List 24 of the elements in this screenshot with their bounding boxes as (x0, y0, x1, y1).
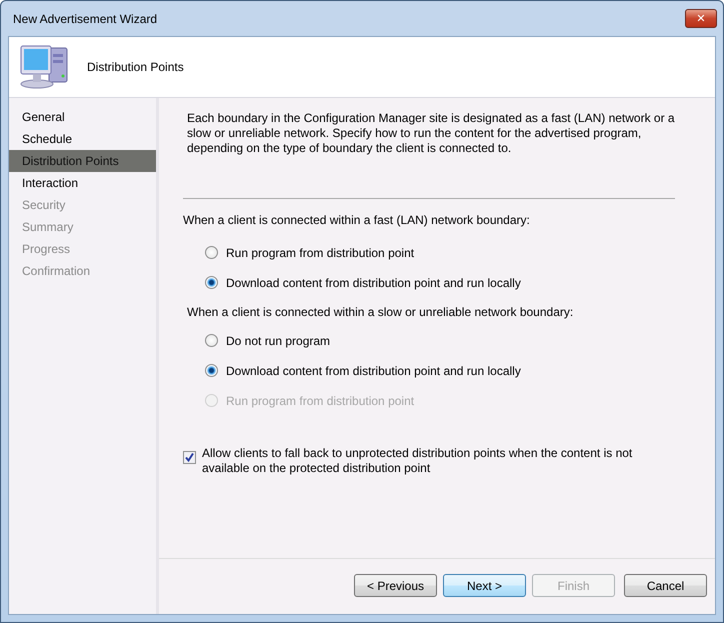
radio-button[interactable] (205, 334, 218, 347)
sidebar-item[interactable]: Schedule (9, 128, 156, 150)
wizard-button[interactable]: < Previous (354, 574, 437, 597)
sidebar-item[interactable]: Interaction (9, 172, 156, 194)
radio-button[interactable] (205, 246, 218, 259)
radio-label: Run program from distribution point (226, 394, 414, 408)
radio-button[interactable] (205, 276, 218, 289)
radio-label: Do not run program (226, 334, 330, 348)
sidebar-item[interactable]: Distribution Points (9, 150, 156, 172)
page-title: Distribution Points (87, 60, 184, 74)
sidebar-item[interactable]: General (9, 106, 156, 128)
close-button[interactable]: ✕ (685, 9, 717, 28)
description-text: Each boundary in the Configuration Manager site is designated as a fast (LAN) network or a slow or unreliable network. Specify how to run the content for the advertised program, depending on the type of boundary the client is connected to. (187, 111, 676, 156)
group-label: When a client is connected within a fast (LAN) network boundary: (183, 213, 531, 227)
wizard-button[interactable]: Next > (443, 574, 526, 597)
group-label: When a client is connected within a slow or unreliable network boundary: (187, 305, 574, 319)
window-title: New Advertisement Wizard (12, 12, 158, 26)
radio-label: Run program from distribution point (226, 246, 414, 260)
radio-label: Download content from distribution point and run locally (226, 276, 521, 290)
radio-button[interactable] (205, 364, 218, 377)
radio-label: Download content from distribution point and run locally (226, 364, 521, 378)
checkbox[interactable] (183, 451, 196, 464)
checkbox-label: Allow clients to fall back to unprotected distribution points when the content is not available on the protected distribution point (202, 446, 634, 476)
wizard-button[interactable]: Cancel (624, 574, 707, 597)
